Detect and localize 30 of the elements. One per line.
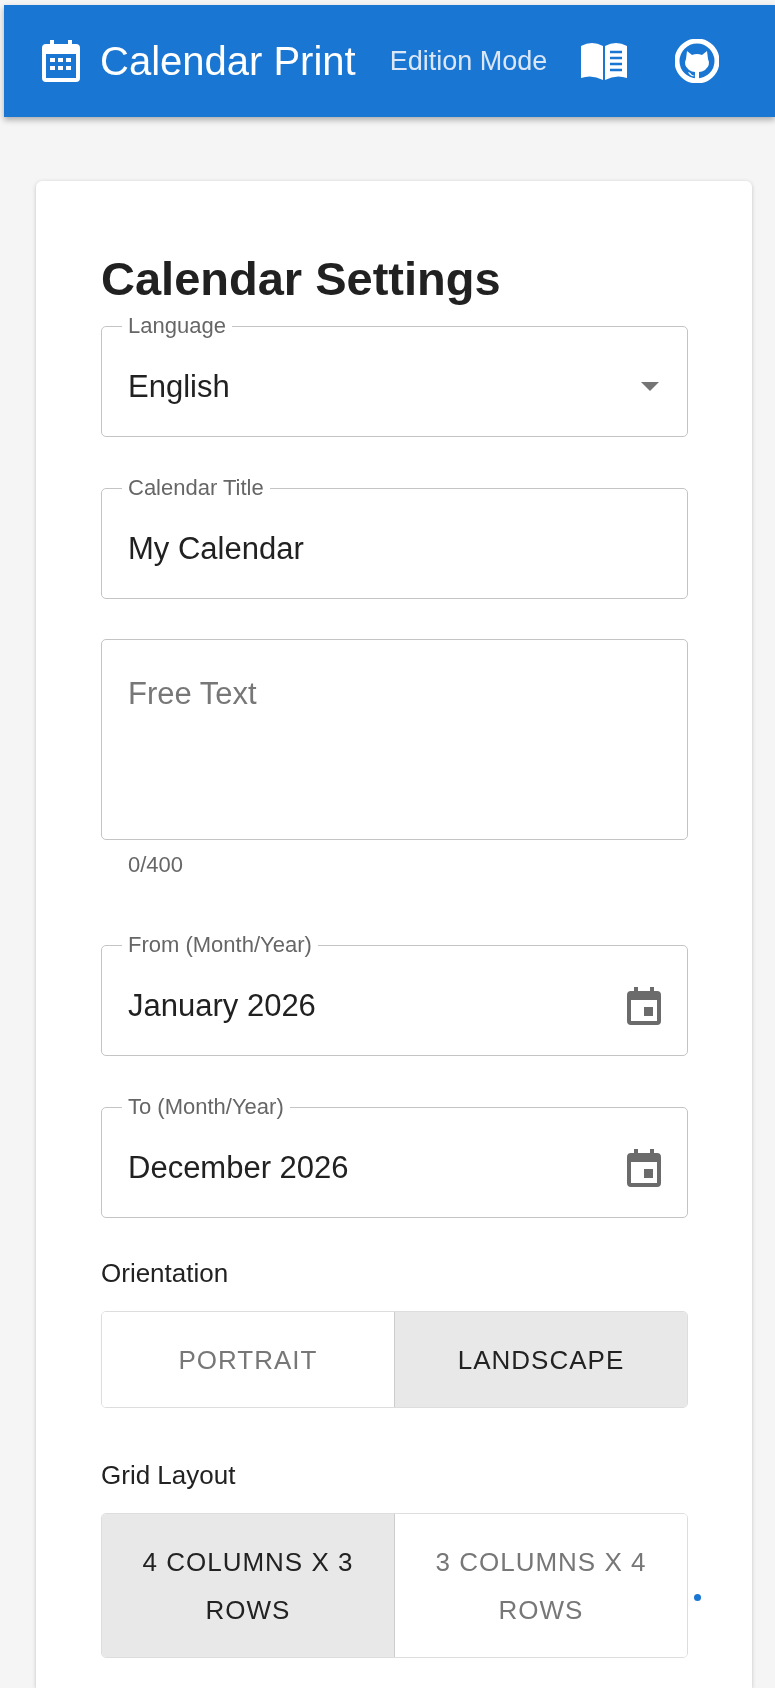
book-icon[interactable] — [581, 42, 628, 80]
group-label: Grid Layout — [101, 1460, 237, 1491]
field-label: Calendar Title — [127, 477, 265, 499]
toggle-button[interactable]: 4 COLUMNS X 3 ROWS — [102, 1514, 394, 1657]
date-field[interactable]: January 2026 — [128, 987, 627, 1024]
select-field[interactable]: Language English — [101, 315, 688, 437]
field-label: From (Month/Year) — [127, 934, 313, 956]
logo-icon[interactable] — [675, 39, 720, 83]
date-field[interactable]: December 2026 — [128, 1149, 627, 1186]
text-area[interactable]: Free Text — [128, 676, 661, 796]
card-heading: Calendar Settings — [101, 251, 502, 307]
toggle-button[interactable]: 3 COLUMNS X 4 ROWS — [394, 1514, 687, 1657]
app-title: Calendar Print — [100, 38, 356, 84]
text-area[interactable]: Free Text — [101, 639, 688, 840]
caret-icon — [641, 382, 659, 391]
calendar-icon — [42, 40, 80, 82]
toggle-button[interactable]: LANDSCAPE — [394, 1312, 687, 1407]
date-field[interactable]: From (Month/Year) January 2026 — [101, 934, 688, 1056]
date-field[interactable]: To (Month/Year) December 2026 — [101, 1096, 688, 1218]
field-label: Language — [127, 315, 227, 337]
field-label: To (Month/Year) — [127, 1096, 285, 1118]
mode-label: Edition Mode — [389, 45, 548, 77]
group-label: Orientation — [101, 1258, 230, 1289]
character-counter: 0/400 — [128, 852, 184, 878]
calendar-icon[interactable] — [627, 986, 661, 1025]
indicator-dot — [694, 1594, 701, 1602]
input-field[interactable]: My Calendar — [128, 530, 661, 567]
calendar-icon[interactable] — [627, 1148, 661, 1187]
input-field[interactable]: Calendar Title My Calendar — [101, 477, 688, 599]
select-field[interactable]: English — [128, 368, 641, 405]
